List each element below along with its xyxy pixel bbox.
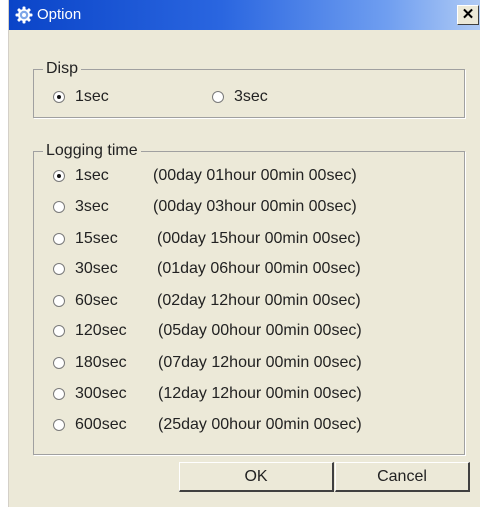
logging-option-label: 30sec [75,260,118,277]
radio-button[interactable] [53,91,65,103]
logging-option-3sec[interactable]: 3sec (00day 03hour 00min 00sec) [53,196,357,218]
logging-option-label: 300sec [75,385,127,402]
logging-option-duration: (25day 00hour 00min 00sec) [158,416,362,433]
disp-option-1sec[interactable]: 1sec [53,86,109,108]
logging-option-duration: (01day 06hour 00min 00sec) [157,260,361,277]
logging-option-duration: (00day 03hour 00min 00sec) [153,198,357,215]
logging-option-label: 600sec [75,416,127,433]
logging-option-label: 180sec [75,354,127,371]
disp-legend: Disp [46,60,79,77]
ok-button[interactable]: OK [179,462,334,492]
logging-option-duration: (00day 15hour 00min 00sec) [157,230,361,247]
logging-option-label: 15sec [75,230,118,247]
logging-option-30sec[interactable]: 30sec (01day 06hour 00min 00sec) [53,258,361,280]
logging-option-label: 3sec [75,198,109,215]
option-dialog: Option ✕ Disp 1sec 3sec Logging time 1se… [8,0,480,507]
window-title: Option [37,6,82,23]
radio-button[interactable] [53,233,65,245]
cancel-button[interactable]: Cancel [335,462,470,492]
radio-button[interactable] [53,263,65,275]
radio-button[interactable] [53,357,65,369]
logging-option-duration: (07day 12hour 00min 00sec) [158,354,362,371]
gear-icon [15,6,33,24]
logging-option-300sec[interactable]: 300sec (12day 12hour 00min 00sec) [53,383,362,405]
logging-option-label: 120sec [75,322,127,339]
logging-option-label: 1sec [75,167,109,184]
logging-option-15sec[interactable]: 15sec (00day 15hour 00min 00sec) [53,228,361,250]
logging-time-legend: Logging time [46,142,138,159]
disp-option-label: 3sec [234,88,268,105]
radio-button[interactable] [53,419,65,431]
logging-option-duration: (05day 00hour 00min 00sec) [158,322,362,339]
disp-option-label: 1sec [75,88,109,105]
logging-option-duration: (12day 12hour 00min 00sec) [158,385,362,402]
title-bar[interactable]: Option ✕ [9,0,480,30]
radio-button[interactable] [53,325,65,337]
radio-button[interactable] [53,388,65,400]
radio-button[interactable] [53,170,65,182]
logging-option-duration: (02day 12hour 00min 00sec) [157,292,361,309]
logging-option-600sec[interactable]: 600sec (25day 00hour 00min 00sec) [53,414,362,436]
logging-option-1sec[interactable]: 1sec (00day 01hour 00min 00sec) [53,165,357,187]
close-icon: ✕ [461,6,475,23]
close-button[interactable]: ✕ [457,5,479,25]
logging-option-duration: (00day 01hour 00min 00sec) [153,167,357,184]
radio-button[interactable] [212,91,224,103]
logging-option-120sec[interactable]: 120sec (05day 00hour 00min 00sec) [53,320,362,342]
radio-button[interactable] [53,295,65,307]
logging-option-60sec[interactable]: 60sec (02day 12hour 00min 00sec) [53,290,361,312]
radio-button[interactable] [53,201,65,213]
disp-option-3sec[interactable]: 3sec [212,86,268,108]
logging-option-180sec[interactable]: 180sec (07day 12hour 00min 00sec) [53,352,362,374]
logging-option-label: 60sec [75,292,118,309]
